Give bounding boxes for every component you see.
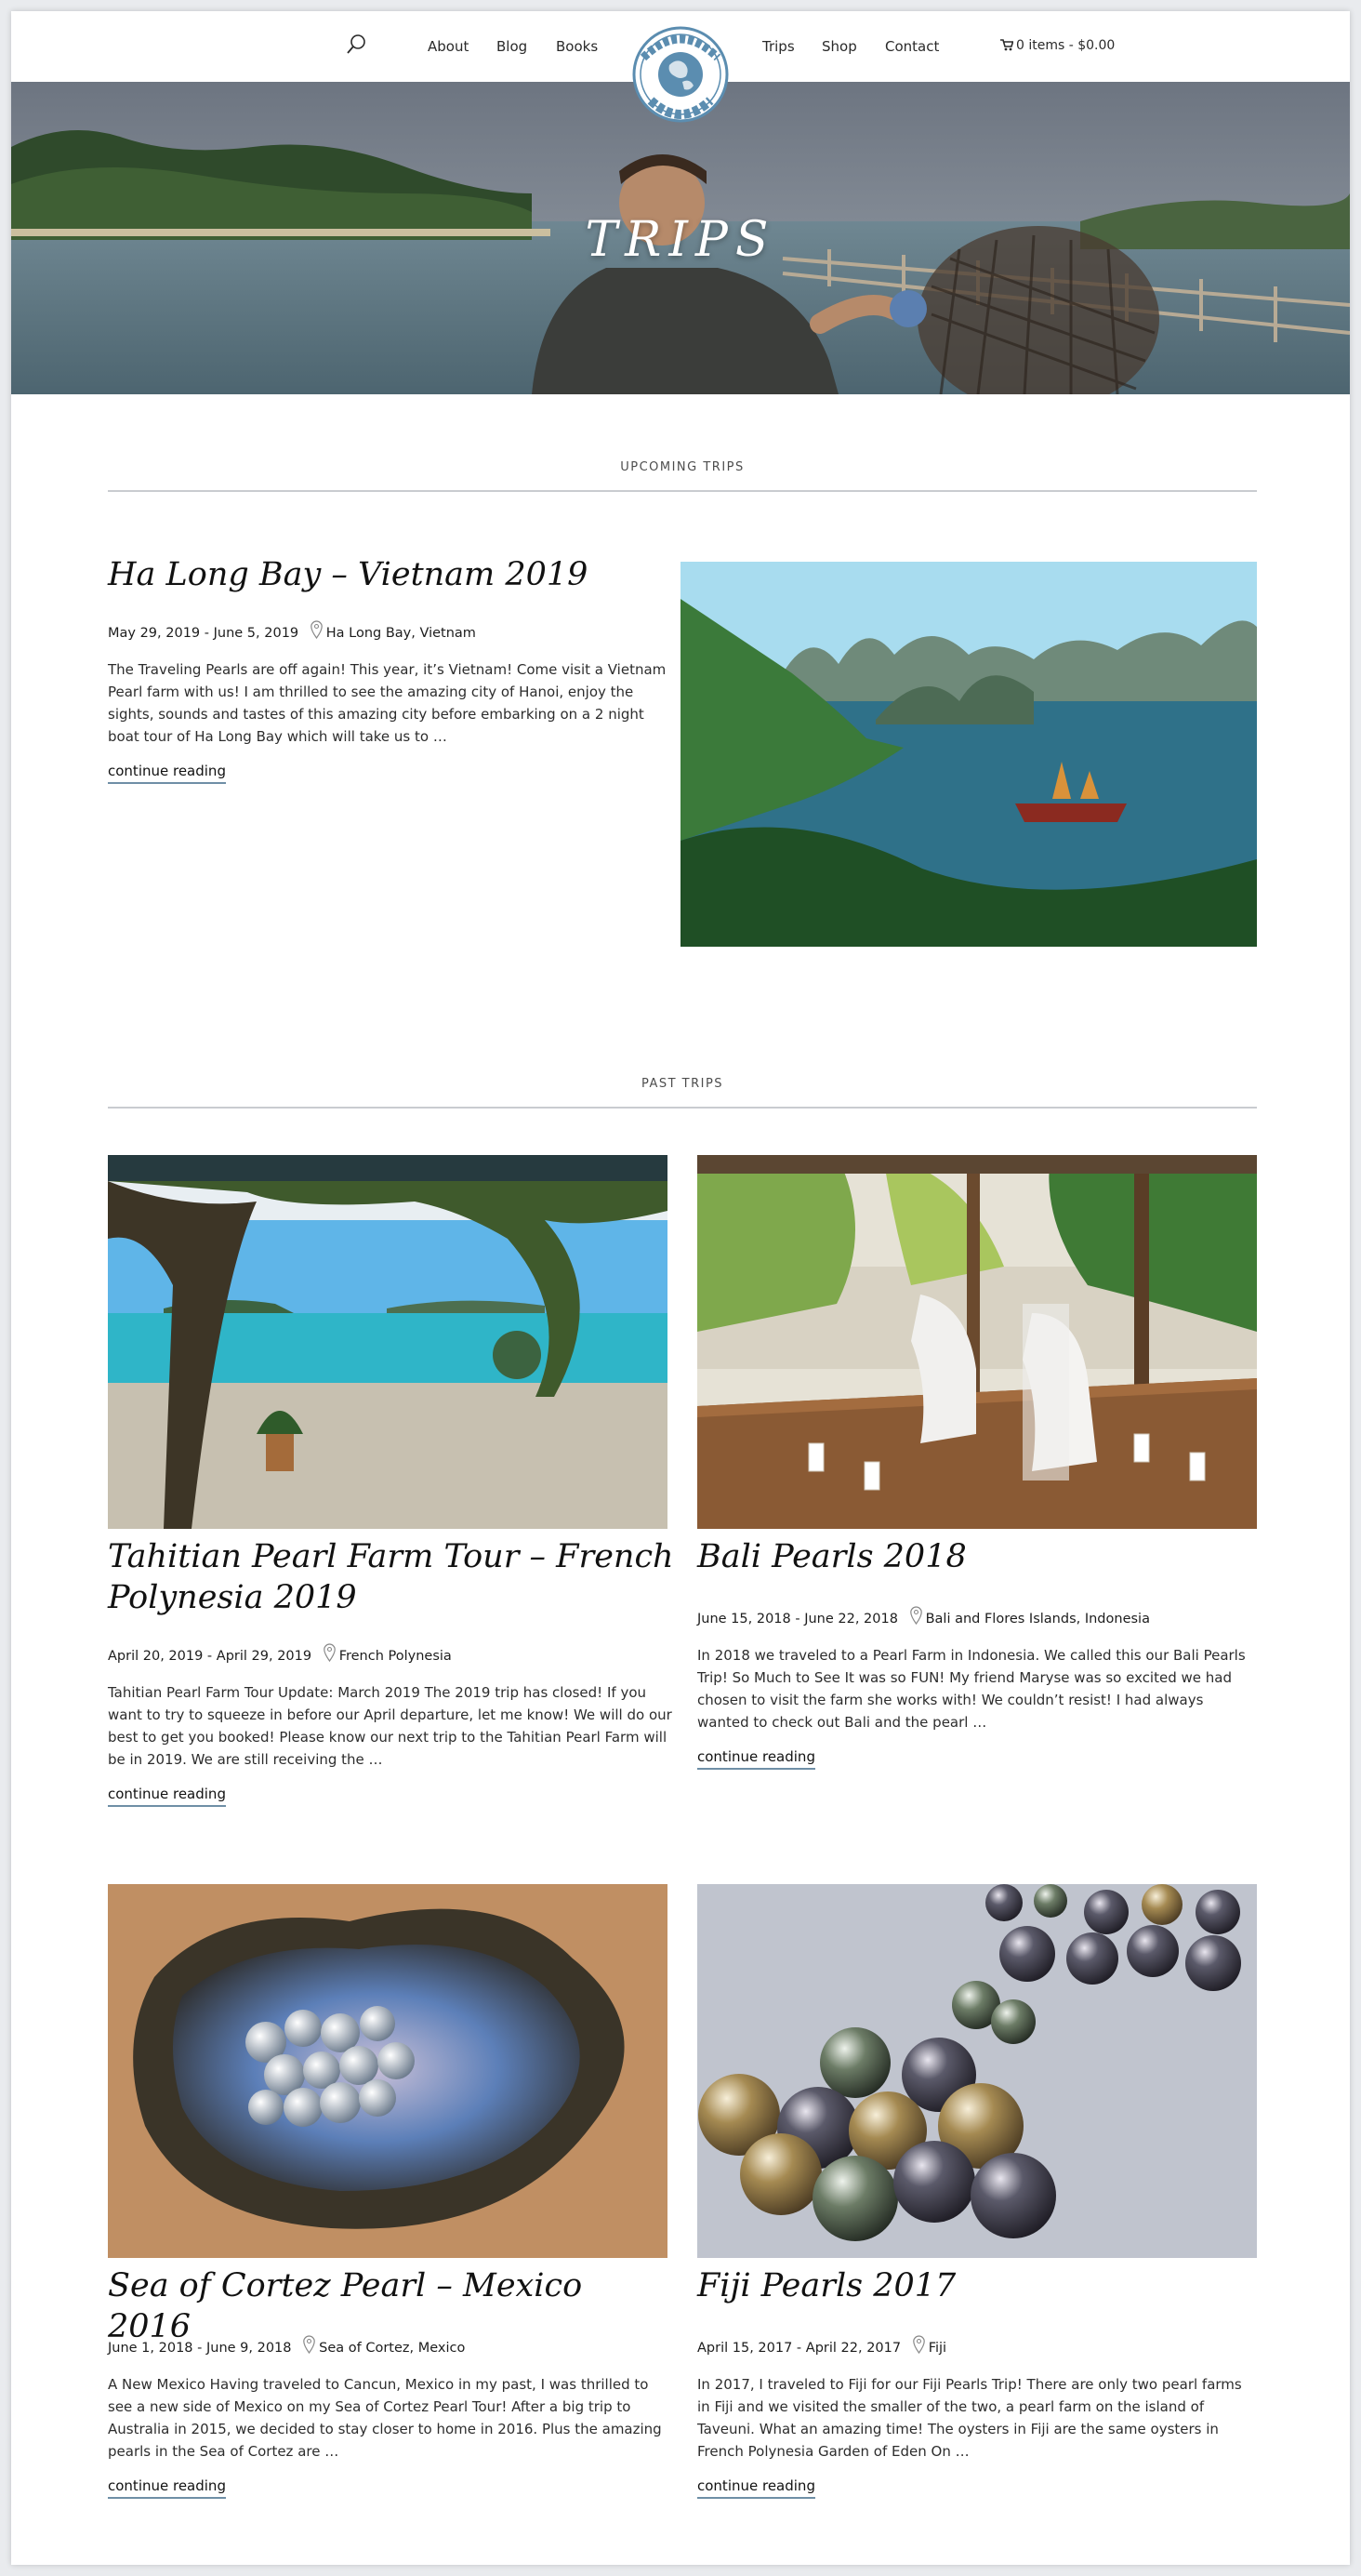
past-post-continue-reading[interactable]: continue reading: [697, 2477, 815, 2499]
past-post-title[interactable]: Bali Pearls 2018: [697, 1536, 1257, 1577]
post-dates: June 1, 2018 - June 9, 2018: [108, 2341, 292, 2356]
past-post-continue-reading[interactable]: continue reading: [697, 1748, 815, 1770]
page-title: TRIPS: [585, 212, 776, 268]
nav-contact[interactable]: Contact: [885, 38, 939, 55]
nav-trips[interactable]: Trips: [762, 38, 795, 55]
ha-long-bay-photo: [680, 562, 1257, 947]
post-dates: May 29, 2019 - June 5, 2019: [108, 626, 299, 641]
past-post-image[interactable]: [697, 1884, 1257, 2258]
nav-shop[interactable]: Shop: [822, 38, 857, 55]
past-post-image[interactable]: [108, 1155, 667, 1529]
cart-icon: [1000, 39, 1014, 55]
past-post-meta: June 1, 2018 - June 9, 2018 Sea of Corte…: [108, 2335, 465, 2357]
upcoming-post-excerpt: The Traveling Pearls are off again! This…: [108, 661, 667, 745]
fiji-pearls-photo: [697, 1884, 1257, 2258]
past-post-excerpt: In 2018 we traveled to a Pearl Farm in I…: [697, 1647, 1246, 1731]
post-location: French Polynesia: [338, 1649, 452, 1664]
upcoming-divider: [108, 490, 1257, 492]
cart-link[interactable]: 0 items - $0.00: [1000, 38, 1115, 55]
location-pin-icon: [912, 2335, 925, 2357]
logo-graphic: [632, 26, 729, 123]
past-trips-heading: PAST TRIPS: [641, 1077, 724, 1091]
nav-books[interactable]: Books: [556, 38, 598, 55]
upcoming-post-meta: May 29, 2019 - June 5, 2019 Ha Long Bay,…: [108, 620, 476, 643]
site-logo[interactable]: [628, 20, 733, 132]
post-location: Sea of Cortez, Mexico: [319, 2341, 466, 2356]
past-post-excerpt: A New Mexico Having traveled to Cancun, …: [108, 2376, 662, 2460]
post-dates: April 15, 2017 - April 22, 2017: [697, 2341, 902, 2356]
past-post-meta: April 20, 2019 - April 29, 2019 French P…: [108, 1643, 452, 1666]
tahiti-beach-photo: [108, 1155, 667, 1529]
upcoming-post-title[interactable]: Ha Long Bay – Vietnam 2019: [108, 554, 666, 595]
past-post-image[interactable]: [108, 1884, 667, 2258]
nav-blog[interactable]: Blog: [496, 38, 527, 55]
post-location: Ha Long Bay, Vietnam: [325, 626, 476, 641]
location-pin-icon: [310, 620, 323, 643]
past-post-continue-reading[interactable]: continue reading: [108, 2477, 226, 2499]
location-pin-icon: [909, 1606, 922, 1628]
past-divider: [108, 1107, 1257, 1109]
post-location: Bali and Flores Islands, Indonesia: [925, 1612, 1150, 1627]
bali-pearl-display-photo: [697, 1155, 1257, 1529]
page: TRIPS About Blog Books Trips Shop Contac…: [11, 11, 1350, 2565]
pearl-cluster: [245, 2006, 415, 2127]
cart-summary: 0 items - $0.00: [1016, 38, 1116, 53]
location-pin-icon: [303, 2335, 315, 2357]
past-post-title[interactable]: Tahitian Pearl Farm Tour – French Polyne…: [108, 1536, 675, 1618]
nav-about[interactable]: About: [428, 38, 469, 55]
upcoming-trips-heading: UPCOMING TRIPS: [620, 460, 745, 474]
post-location: Fiji: [928, 2341, 947, 2356]
past-post-meta: June 15, 2018 - June 22, 2018 Bali and F…: [697, 1606, 1150, 1628]
upcoming-post-image[interactable]: [680, 562, 1257, 947]
past-post-meta: April 15, 2017 - April 22, 2017 Fiji: [697, 2335, 946, 2357]
upcoming-continue-reading[interactable]: continue reading: [108, 763, 226, 784]
sea-of-cortez-pearls-photo: [108, 1884, 667, 2258]
past-post-continue-reading[interactable]: continue reading: [108, 1786, 226, 1807]
post-dates: April 20, 2019 - April 29, 2019: [108, 1649, 312, 1664]
post-dates: June 15, 2018 - June 22, 2018: [697, 1612, 898, 1627]
location-pin-icon: [323, 1643, 336, 1666]
past-post-title[interactable]: Fiji Pearls 2017: [697, 2265, 1257, 2306]
search-icon[interactable]: [344, 32, 370, 58]
past-post-image[interactable]: [697, 1155, 1257, 1529]
past-post-excerpt: In 2017, I traveled to Fiji for our Fiji…: [697, 2376, 1242, 2460]
past-post-excerpt: Tahitian Pearl Farm Tour Update: March 2…: [108, 1684, 672, 1768]
